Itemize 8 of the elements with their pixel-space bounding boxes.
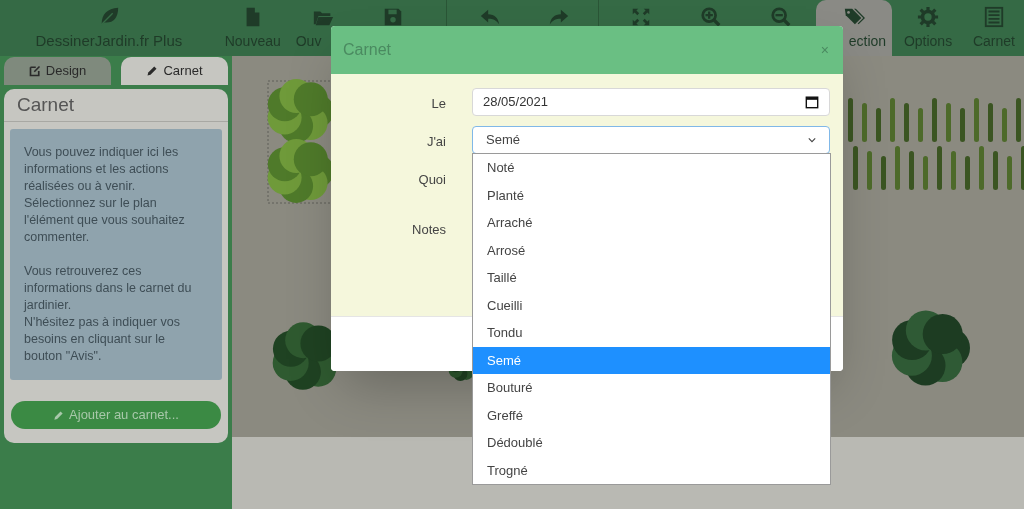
field-label: Notes: [412, 221, 446, 239]
field-label: J'ai: [426, 133, 446, 151]
field-label: Le: [431, 95, 446, 113]
info-text: Vous pouvez indiquer ici les informations et les actions réalisées ou à venir. Sélectionnez sur le plan l'élément que vous souhaitez commenter.: [24, 144, 186, 246]
info-text: Vous retrouverez ces informations dans le carnet du jardinier.: [24, 263, 193, 314]
info-text: N'hésitez pas à indiquer vos besoins en cliquant sur le bouton "Avis".: [24, 314, 181, 365]
panel-title: Carnet: [4, 89, 228, 122]
field-label: Quoi: [418, 171, 446, 189]
